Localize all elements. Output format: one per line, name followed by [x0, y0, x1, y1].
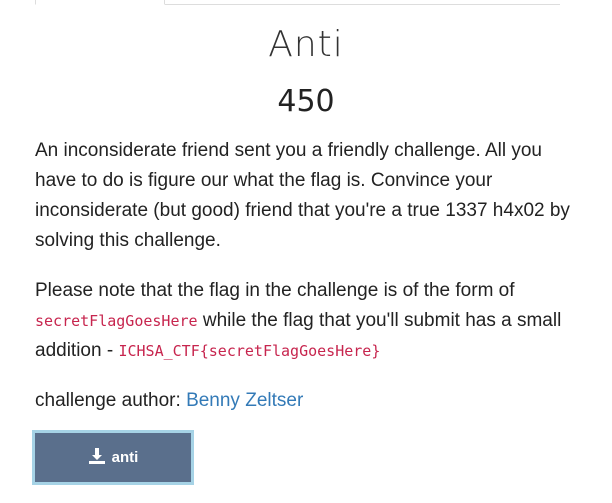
challenge-title: Anti — [268, 24, 344, 65]
flag-note-text: Please note that the flag in the challen… — [35, 280, 515, 301]
flag-format-code: ICHSA_CTF{secretFlagGoesHere} — [118, 342, 381, 360]
challenge-tabs — [35, 0, 560, 5]
challenge-points: 450 — [277, 84, 335, 119]
flag-example-code: secretFlagGoesHere — [35, 312, 198, 330]
author-line: challenge author: Benny Zeltser — [35, 386, 580, 416]
challenge-description: An inconsiderate friend sent you a frien… — [35, 136, 580, 436]
author-link[interactable]: Benny Zeltser — [186, 390, 303, 411]
download-label: anti — [111, 449, 139, 466]
flag-format-paragraph: Please note that the flag in the challen… — [35, 276, 580, 366]
description-paragraph: An inconsiderate friend sent you a frien… — [35, 140, 570, 251]
download-icon — [88, 447, 112, 469]
download-button-frame: anti — [32, 430, 194, 485]
download-button[interactable]: anti — [35, 433, 191, 482]
tab-challenge[interactable] — [35, 0, 165, 5]
author-label: challenge author: — [35, 390, 181, 411]
